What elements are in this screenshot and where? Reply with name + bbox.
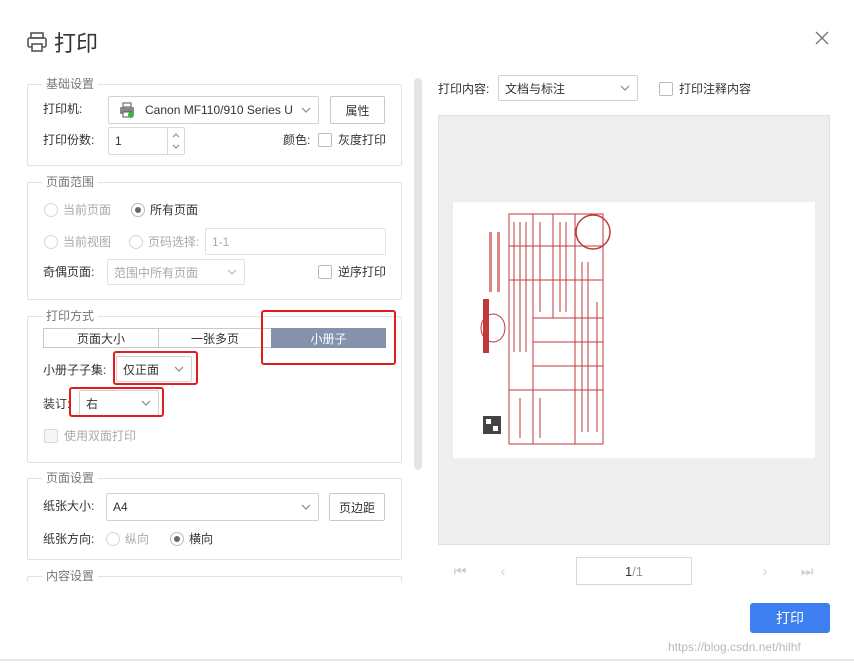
portrait-radio[interactable] (106, 532, 120, 546)
page-select-value: 1-1 (212, 234, 230, 249)
basic-settings-legend: 基础设置 (42, 77, 99, 91)
print-annotations-label: 打印注释内容 (679, 82, 752, 96)
print-content-label: 打印内容: (438, 82, 490, 96)
printer-select-value: Canon MF110/910 Series U (145, 103, 293, 117)
chevron-down-icon (301, 504, 311, 510)
chevron-down-icon[interactable] (171, 142, 181, 152)
chevron-down-icon (620, 85, 630, 91)
reverse-checkbox[interactable] (318, 265, 332, 279)
landscape-label: 横向 (189, 532, 214, 546)
page-setup-legend: 页面设置 (42, 471, 99, 485)
odd-even-select[interactable]: 范围中所有页面 (107, 259, 245, 285)
content-setup-legend: 内容设置 (42, 569, 99, 583)
current-page-label: 当前页面 (63, 203, 112, 217)
first-page-icon[interactable]: ⏮ (453, 564, 467, 578)
highlight-box (113, 351, 198, 385)
paper-size-select[interactable]: A4 (106, 493, 319, 521)
orientation-label: 纸张方向: (43, 532, 95, 546)
chevron-down-icon (227, 269, 237, 275)
copies-label: 打印份数: (43, 133, 95, 147)
tab-page-size[interactable]: 页面大小 (43, 328, 159, 348)
close-icon[interactable] (812, 28, 832, 48)
bottom-divider (0, 659, 854, 661)
grayscale-checkbox[interactable] (318, 133, 332, 147)
booklet-subset-label: 小册子子集: (43, 363, 107, 377)
print-mode-legend: 打印方式 (42, 309, 99, 323)
color-label: 颜色: (283, 133, 311, 147)
margins-button[interactable]: 页边距 (329, 493, 385, 521)
current-view-radio[interactable] (44, 235, 58, 249)
prev-page-icon[interactable]: ‹ (496, 564, 510, 578)
dialog-title: 打印 (26, 26, 98, 58)
odd-even-label: 奇偶页面: (43, 265, 95, 279)
current-page-radio[interactable] (44, 203, 58, 217)
print-button[interactable]: 打印 (750, 603, 830, 633)
chevron-up-icon[interactable] (171, 130, 181, 140)
printer-label: 打印机: (43, 102, 83, 116)
print-content-select[interactable]: 文档与标注 (498, 75, 638, 101)
all-pages-label: 所有页面 (150, 203, 199, 217)
dialog-title-text: 打印 (54, 31, 99, 56)
next-page-icon[interactable]: › (758, 564, 772, 578)
tab-multi-page[interactable]: 一张多页 (158, 328, 272, 348)
current-view-label: 当前视图 (63, 235, 112, 249)
page-indicator[interactable]: 1/1 (576, 557, 692, 585)
copies-spin (167, 128, 184, 154)
odd-even-value: 范围中所有页面 (114, 265, 199, 280)
page-select-radio[interactable] (129, 235, 143, 249)
reverse-label: 逆序打印 (338, 265, 387, 279)
chevron-down-icon (301, 107, 311, 113)
page-total: /1 (632, 563, 644, 579)
preview-page (453, 202, 815, 458)
paper-size-value: A4 (113, 500, 128, 514)
watermark: https://blog.csdn.net/hilhf (668, 640, 801, 654)
printer-icon (27, 32, 47, 52)
duplex-label: 使用双面打印 (64, 429, 137, 443)
print-annotations-checkbox[interactable] (659, 82, 673, 96)
all-pages-radio[interactable] (131, 203, 145, 217)
page-range-legend: 页面范围 (42, 175, 99, 189)
paper-size-label: 纸张大小: (43, 499, 95, 513)
print-content-value: 文档与标注 (505, 81, 566, 96)
page-current: 1 (624, 563, 633, 579)
grayscale-label: 灰度打印 (338, 133, 387, 147)
highlight-box (261, 310, 396, 365)
properties-button[interactable]: 属性 (330, 96, 385, 124)
copies-value: 1 (115, 134, 122, 148)
invoice-thumbnail (480, 213, 611, 445)
printer-select[interactable]: Canon MF110/910 Series U (108, 96, 319, 124)
left-panel-scrollbar[interactable] (414, 78, 422, 470)
page-select-input[interactable]: 1-1 (205, 228, 386, 255)
page-select-label: 页码选择: (148, 235, 200, 249)
binding-label: 装订: (43, 397, 71, 411)
portrait-label: 纵向 (125, 532, 150, 546)
last-page-icon[interactable]: ⏭ (800, 564, 814, 578)
duplex-checkbox[interactable] (44, 429, 58, 443)
highlight-box (69, 387, 164, 417)
printer-device-icon (120, 102, 134, 118)
landscape-radio[interactable] (170, 532, 184, 546)
panel-clip (0, 582, 410, 596)
